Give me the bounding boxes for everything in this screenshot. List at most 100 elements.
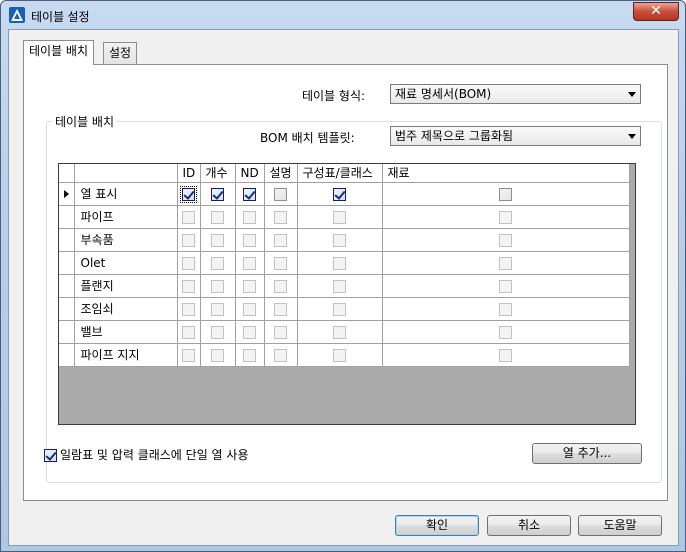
grid-cell[interactable] [235,228,265,252]
column-checkbox[interactable] [333,302,346,316]
column-checkbox[interactable] [243,210,256,224]
column-checkbox[interactable] [274,233,287,247]
table-row[interactable]: 파이프 지지 [59,343,630,367]
column-checkbox[interactable] [274,187,287,201]
grid-cell[interactable] [297,205,383,229]
grid-cell[interactable] [264,228,298,252]
column-checkbox[interactable] [499,233,512,247]
grid-cell[interactable] [235,205,265,229]
help-button[interactable]: 도움말 [578,515,662,536]
row-header[interactable] [59,274,75,298]
column-checkbox[interactable] [333,210,346,224]
column-checkbox[interactable] [274,256,287,270]
column-checkbox[interactable] [182,256,195,270]
column-checkbox[interactable] [182,233,195,247]
column-checkbox[interactable] [211,302,224,316]
grid-cell[interactable] [297,274,383,298]
grid-cell[interactable] [200,320,236,344]
grid-cell[interactable] [264,297,298,321]
table-row[interactable]: 조임쇠 [59,297,630,321]
column-checkbox[interactable] [182,279,195,293]
grid-cell[interactable] [177,320,201,344]
grid-cell[interactable] [200,251,236,275]
column-header[interactable]: 구성표/클래스 [297,164,383,183]
row-header[interactable] [59,205,75,229]
column-checkbox[interactable] [243,302,256,316]
column-checkbox[interactable] [333,233,346,247]
grid-cell[interactable] [177,228,201,252]
column-header[interactable]: ID [177,164,201,183]
single-column-option[interactable]: 일람표 및 압력 클래스에 단일 열 사용 [44,446,249,463]
grid-cell[interactable] [200,182,236,206]
table-row[interactable]: 파이프 [59,205,630,229]
grid-cell[interactable] [382,274,630,298]
column-header[interactable]: 개수 [200,164,236,183]
grid-cell[interactable] [382,297,630,321]
column-checkbox[interactable] [499,279,512,293]
table-row[interactable]: 부속품 [59,228,630,252]
column-checkbox[interactable] [274,302,287,316]
tab-settings[interactable]: 설정 [103,42,138,64]
column-checkbox[interactable] [333,325,346,339]
column-checkbox[interactable] [243,348,256,362]
column-checkbox[interactable] [333,348,346,362]
column-header[interactable]: 설명 [264,164,298,183]
title-bar[interactable]: 테이블 설정 ✕ [1,1,685,29]
column-checkbox[interactable] [243,325,256,339]
column-checkbox[interactable] [499,187,512,201]
grid-cell[interactable] [264,182,298,206]
cancel-button[interactable]: 취소 [487,515,571,536]
column-checkbox[interactable] [182,348,195,362]
table-format-select[interactable]: 재료 명세서(BOM) [390,84,641,104]
row-header[interactable] [59,320,75,344]
grid-cell[interactable] [297,320,383,344]
column-checkbox[interactable] [333,187,346,201]
column-checkbox[interactable] [243,233,256,247]
table-row[interactable]: 열 표시 [59,182,630,206]
table-row[interactable]: 밸브 [59,320,630,344]
grid-cell[interactable] [177,182,201,206]
grid-cell[interactable] [264,205,298,229]
grid-cell[interactable] [177,274,201,298]
column-header[interactable]: ND [235,164,265,183]
grid-cell[interactable] [235,297,265,321]
column-checkbox[interactable] [499,325,512,339]
grid-cell[interactable] [235,320,265,344]
grid-cell[interactable] [297,182,383,206]
grid-cell[interactable] [177,251,201,275]
row-header[interactable] [59,182,75,206]
add-column-button[interactable]: 열 추가... [532,443,642,464]
close-button[interactable]: ✕ [633,2,679,21]
grid-cell[interactable] [264,343,298,367]
tab-table-layout[interactable]: 테이블 배치 [23,40,95,65]
column-checkbox[interactable] [211,233,224,247]
grid-cell[interactable] [382,320,630,344]
column-checkbox[interactable] [243,187,256,201]
grid-cell[interactable] [177,205,201,229]
column-checkbox[interactable] [499,256,512,270]
grid-cell[interactable] [297,343,383,367]
table-row[interactable]: Olet [59,251,630,275]
column-checkbox[interactable] [499,348,512,362]
column-checkbox[interactable] [499,210,512,224]
grid-cell[interactable] [177,297,201,321]
grid-cell[interactable] [200,274,236,298]
grid-cell[interactable] [200,228,236,252]
column-checkbox[interactable] [333,279,346,293]
grid-cell[interactable] [235,251,265,275]
column-checkbox[interactable] [274,279,287,293]
grid-cell[interactable] [264,251,298,275]
column-checkbox[interactable] [211,348,224,362]
row-header[interactable] [59,343,75,367]
grid-cell[interactable] [382,251,630,275]
column-checkbox[interactable] [499,302,512,316]
grid-cell[interactable] [382,228,630,252]
column-checkbox[interactable] [243,279,256,293]
column-checkbox[interactable] [274,325,287,339]
row-header[interactable] [59,297,75,321]
ok-button[interactable]: 확인 [395,515,479,536]
grid-cell[interactable] [235,274,265,298]
column-checkbox[interactable] [182,325,195,339]
grid-cell[interactable] [200,343,236,367]
column-checkbox[interactable] [211,279,224,293]
